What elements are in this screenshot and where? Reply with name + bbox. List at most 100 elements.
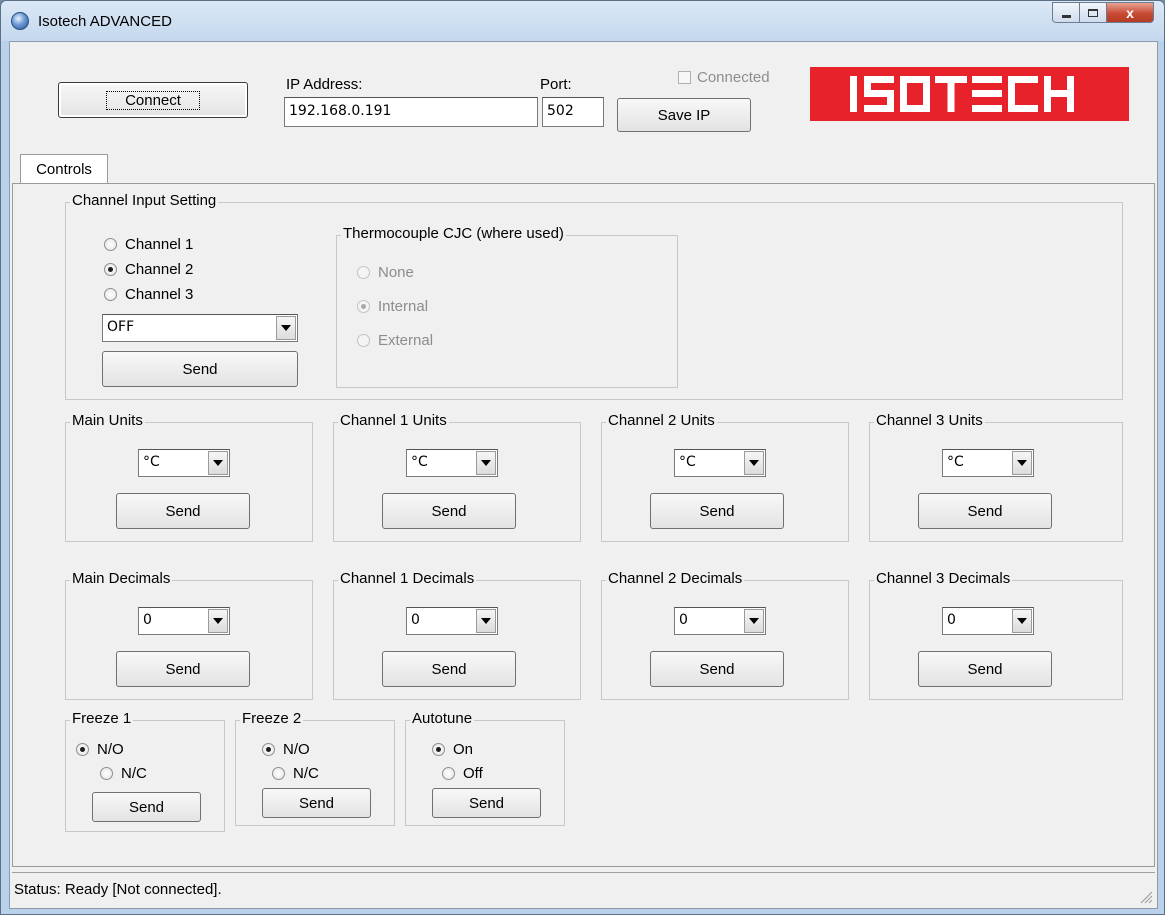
radio-dot	[442, 767, 455, 780]
freeze-1-group: Freeze 1 N/O N/C Send	[65, 710, 225, 832]
dropdown-arrow-icon[interactable]	[744, 609, 764, 633]
minimize-button[interactable]	[1052, 2, 1080, 23]
main-decimals-send-button[interactable]: Send	[116, 651, 250, 687]
resize-grip-icon[interactable]	[1139, 890, 1153, 904]
channel-2-decimals-send-button[interactable]: Send	[650, 651, 784, 687]
radio-dot	[262, 743, 275, 756]
channel-1-label: Channel 1	[125, 236, 194, 253]
ip-address-label: IP Address:	[286, 76, 363, 93]
main-units-send-button[interactable]: Send	[116, 493, 250, 529]
cjc-title: Thermocouple CJC (where used)	[341, 225, 566, 242]
channel-3-units-select[interactable]: °C	[942, 449, 1034, 477]
channel-2-decimals-title: Channel 2 Decimals	[606, 570, 745, 587]
main-decimals-group: Main Decimals 0 Send	[65, 570, 313, 700]
close-icon: x	[1126, 4, 1134, 21]
channel-1-units-send-button[interactable]: Send	[382, 493, 516, 529]
radio-dot	[76, 743, 89, 756]
dropdown-arrow-icon[interactable]	[208, 451, 228, 475]
save-ip-label: Save IP	[657, 106, 711, 124]
channel-1-radio[interactable]: Channel 1	[104, 236, 193, 253]
channel-1-units-group: Channel 1 Units °C Send	[333, 412, 581, 542]
connect-button[interactable]: Connect	[58, 82, 248, 118]
dropdown-arrow-icon[interactable]	[208, 609, 228, 633]
save-ip-button[interactable]: Save IP	[617, 98, 751, 132]
channel-1-decimals-title: Channel 1 Decimals	[338, 570, 477, 587]
main-decimals-title: Main Decimals	[70, 570, 173, 587]
dropdown-arrow-icon[interactable]	[476, 609, 496, 633]
autotune-title: Autotune	[410, 710, 475, 727]
channel-3-decimals-send-button[interactable]: Send	[918, 651, 1052, 687]
freeze-1-nc-label: N/C	[121, 765, 147, 782]
send-label: Send	[967, 502, 1003, 520]
channel-2-decimals-select[interactable]: 0	[674, 607, 766, 635]
input-type-value: OFF	[107, 319, 135, 335]
radio-dot	[104, 288, 117, 301]
input-type-select[interactable]: OFF	[102, 314, 298, 342]
main-decimals-value: 0	[143, 612, 152, 628]
cjc-external-radio[interactable]: External	[357, 332, 433, 349]
main-units-group: Main Units °C Send	[65, 412, 313, 542]
freeze-1-send-button[interactable]: Send	[92, 792, 201, 822]
cjc-internal-radio[interactable]: Internal	[357, 298, 428, 315]
channel-1-decimals-select[interactable]: 0	[406, 607, 498, 635]
channel-3-units-group: Channel 3 Units °C Send	[869, 412, 1123, 542]
status-bar: Status: Ready [Not connected].	[12, 872, 1155, 906]
freeze-1-nc-radio[interactable]: N/C	[100, 765, 147, 782]
dropdown-arrow-icon[interactable]	[744, 451, 764, 475]
send-label: Send	[182, 360, 218, 378]
checkbox-box	[678, 71, 691, 84]
channel-3-radio[interactable]: Channel 3	[104, 286, 193, 303]
radio-dot	[357, 266, 370, 279]
channel-2-radio[interactable]: Channel 2	[104, 261, 193, 278]
freeze-2-nc-label: N/C	[293, 765, 319, 782]
tab-controls[interactable]: Controls	[20, 154, 108, 184]
channel-3-decimals-select[interactable]: 0	[942, 607, 1034, 635]
freeze-2-no-radio[interactable]: N/O	[262, 741, 310, 758]
radio-dot	[100, 767, 113, 780]
dropdown-arrow-icon[interactable]	[1012, 609, 1032, 633]
close-button[interactable]: x	[1107, 2, 1154, 23]
radio-dot	[357, 300, 370, 313]
send-label: Send	[165, 660, 201, 678]
connected-checkbox[interactable]: Connected	[678, 69, 770, 86]
channel-1-units-value: °C	[411, 454, 428, 470]
freeze-2-send-button[interactable]: Send	[262, 788, 371, 818]
cjc-none-radio[interactable]: None	[357, 264, 414, 281]
channel-1-decimals-send-button[interactable]: Send	[382, 651, 516, 687]
freeze-2-nc-radio[interactable]: N/C	[272, 765, 319, 782]
autotune-off-radio[interactable]: Off	[442, 765, 483, 782]
autotune-send-button[interactable]: Send	[432, 788, 541, 818]
channel-3-units-send-button[interactable]: Send	[918, 493, 1052, 529]
autotune-off-label: Off	[463, 765, 483, 782]
cjc-internal-label: Internal	[378, 298, 429, 315]
cjc-group: Thermocouple CJC (where used) None Inter…	[336, 225, 678, 388]
channel-2-units-select[interactable]: °C	[674, 449, 766, 477]
controls-panel: Channel Input Setting Channel 1 Channel …	[12, 183, 1155, 867]
freeze-1-title: Freeze 1	[70, 710, 134, 727]
channel-3-decimals-value: 0	[947, 612, 956, 628]
freeze-1-no-label: N/O	[97, 741, 124, 758]
isotech-logo-mark	[850, 76, 1074, 112]
freeze-1-no-radio[interactable]: N/O	[76, 741, 124, 758]
send-label: Send	[699, 502, 735, 520]
main-decimals-select[interactable]: 0	[138, 607, 230, 635]
channel-1-units-select[interactable]: °C	[406, 449, 498, 477]
main-units-select[interactable]: °C	[138, 449, 230, 477]
send-label: Send	[298, 794, 335, 812]
maximize-button[interactable]	[1080, 2, 1107, 23]
channel-1-decimals-value: 0	[411, 612, 420, 628]
main-units-value: °C	[143, 454, 160, 470]
ip-address-input[interactable]: 192.168.0.191	[284, 97, 538, 127]
globe-icon	[11, 12, 29, 30]
channel-3-label: Channel 3	[125, 286, 194, 303]
autotune-on-radio[interactable]: On	[432, 741, 473, 758]
channel-2-units-send-button[interactable]: Send	[650, 493, 784, 529]
channel-3-units-value: °C	[947, 454, 964, 470]
title-bar[interactable]: Isotech ADVANCED x	[1, 1, 1164, 41]
dropdown-arrow-icon[interactable]	[476, 451, 496, 475]
dropdown-arrow-icon[interactable]	[1012, 451, 1032, 475]
send-label: Send	[699, 660, 735, 678]
dropdown-arrow-icon[interactable]	[276, 316, 296, 340]
port-input[interactable]: 502	[542, 97, 604, 127]
channel-input-send-button[interactable]: Send	[102, 351, 298, 387]
